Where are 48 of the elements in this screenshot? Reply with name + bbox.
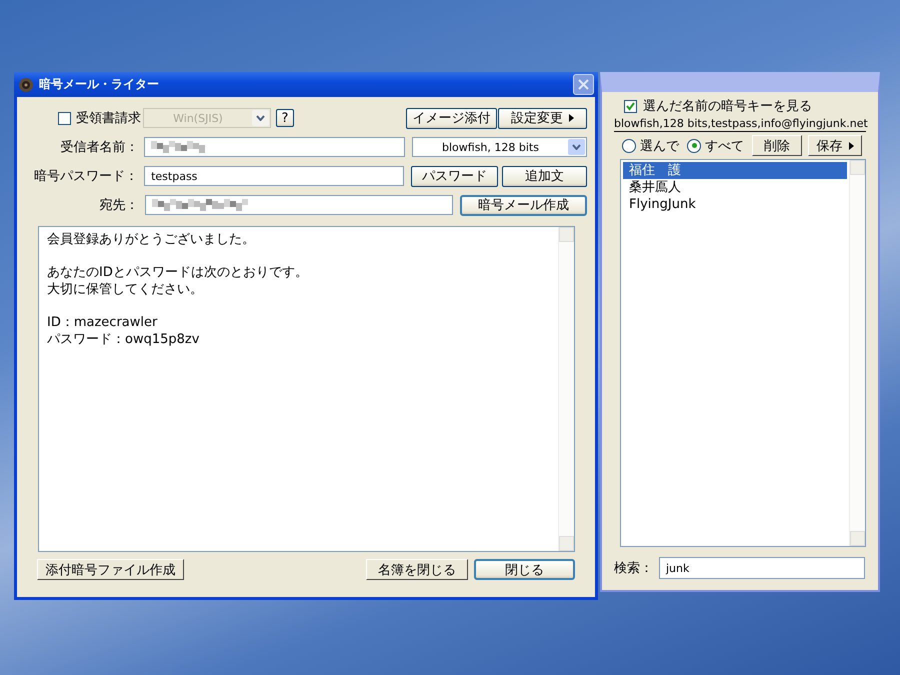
checkbox-label: 選んだ名前の暗号キーを見る <box>643 98 812 115</box>
search-label: 検索： <box>614 560 653 577</box>
name-list-item[interactable]: FlyingJunk <box>623 196 847 213</box>
body-text-line: ID：mazecrawler <box>47 314 158 331</box>
help-button[interactable]: ? <box>276 109 294 127</box>
append-text-button[interactable]: 追加文 <box>502 166 587 186</box>
create-mail-button[interactable]: 暗号メール作成 <box>460 194 587 216</box>
settings-button[interactable]: 設定変更 <box>498 108 587 128</box>
checkbox-label: 受領書請求 <box>76 110 141 127</box>
radio-button[interactable] <box>687 138 701 152</box>
message-body-field[interactable]: 会員登録ありがとうございました。 あなたのIDとパスワードは次のとおりです。 大切に保管してください。 ID：mazecrawler パスワード：owq15p8zv <box>38 226 575 552</box>
radio-label: すべて <box>705 138 744 154</box>
name-list-item[interactable]: 桑井鳫人 <box>623 179 847 196</box>
checkbox[interactable] <box>58 112 71 124</box>
body-text-line: 会員登録ありがとうございました。 <box>47 231 256 248</box>
close-button[interactable] <box>573 74 594 95</box>
right-triangle-icon <box>569 114 574 122</box>
gear-icon <box>18 76 34 92</box>
password-field[interactable]: testpass <box>144 166 404 186</box>
field-label: 受信者名前： <box>59 139 140 156</box>
radio-label: 選んで <box>640 138 679 154</box>
save-button[interactable]: 保存 <box>808 135 862 156</box>
search-field[interactable]: junk <box>659 557 865 579</box>
address-field[interactable] <box>144 195 454 215</box>
field-label: 暗号パスワード： <box>33 168 140 185</box>
delete-button[interactable]: 削除 <box>752 135 802 156</box>
name-list-item[interactable]: 福住 護 <box>623 162 847 179</box>
password-button[interactable]: パスワード <box>411 166 498 186</box>
close-icon <box>578 79 589 90</box>
redacted-name-drawing <box>151 141 208 153</box>
close-list-button[interactable]: 名簿を閉じる <box>366 559 468 580</box>
checkbox[interactable] <box>624 100 637 112</box>
key-info-text: blowfish,128 bits,testpass,info@flyingjunk.net <box>614 117 866 132</box>
close-button[interactable]: 閉じる <box>474 559 575 580</box>
attach-file-button[interactable]: 添付暗号ファイル作成 <box>37 559 184 580</box>
field-label: 宛先： <box>98 197 140 214</box>
window-title: 暗号メール・ライター <box>39 76 160 93</box>
right-triangle-icon <box>848 142 854 150</box>
body-text-line: あなたのIDとパスワードは次のとおりです。 <box>47 264 309 281</box>
scrollbar[interactable] <box>849 160 865 546</box>
name-list[interactable]: 福住 護 桑井鳫人 FlyingJunk <box>620 159 866 547</box>
cipher-dropdown[interactable]: blowfish, 128 bits <box>412 137 587 157</box>
recipient-name-field[interactable] <box>144 137 405 157</box>
radio-button[interactable] <box>622 138 636 152</box>
image-attach-button[interactable]: イメージ添付 <box>406 108 497 128</box>
body-text-line: 大切に保管してください。 <box>47 281 204 298</box>
scrollbar[interactable] <box>558 227 574 551</box>
body-text-line: パスワード：owq15p8zv <box>47 331 200 348</box>
